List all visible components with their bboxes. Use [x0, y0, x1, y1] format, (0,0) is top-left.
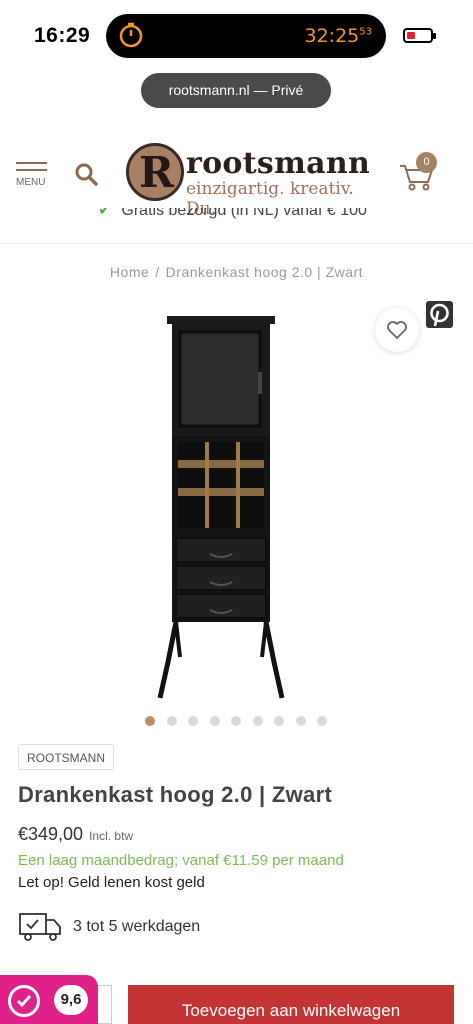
logo-wordmark: rootsmann [186, 146, 371, 181]
gallery-dot[interactable] [317, 716, 327, 726]
timer-icon [119, 22, 143, 48]
breadcrumb-current: Drankenkast hoog 2.0 | Zwart [165, 264, 364, 280]
price-value: €349,00 [18, 824, 84, 844]
breadcrumb: Home / Drankenkast hoog 2.0 | Zwart [0, 264, 473, 280]
search-icon[interactable] [74, 162, 98, 186]
gallery-dot[interactable] [274, 716, 284, 726]
gallery-dot[interactable] [166, 716, 177, 726]
gallery-dot[interactable] [209, 716, 220, 726]
gallery-dot[interactable] [231, 716, 241, 726]
check-icon: ✔ [98, 208, 112, 219]
gallery-dot[interactable] [252, 716, 263, 726]
breadcrumb-home[interactable]: Home [110, 264, 149, 280]
url-bar[interactable]: rootsmann.nl — Privé [141, 73, 331, 108]
product-image[interactable] [150, 312, 290, 704]
site-logo[interactable]: R rootsmann einzigartig. kreativ. Du. [126, 143, 376, 219]
loan-warning: Let op! Geld lenen kost geld [18, 874, 205, 891]
status-time: 16:29 [34, 24, 91, 47]
brand-badge[interactable]: ROOTSMANN [18, 744, 114, 770]
battery-icon [403, 28, 436, 43]
gallery-dot[interactable] [145, 716, 155, 726]
promo-text: Gratis bezorgd (in NL) vanaf € 100 [121, 208, 367, 219]
price: €349,00 Incl. btw [18, 824, 133, 845]
quantity-input[interactable] [98, 985, 112, 1024]
gallery-dot[interactable] [295, 716, 306, 726]
kiyoh-logo-icon [8, 985, 40, 1017]
delivery-truck-icon [19, 913, 61, 941]
menu-label[interactable]: MENU [16, 177, 45, 188]
monthly-payment-link[interactable]: Een laag maandbedrag; vanaf €11.59 per m… [18, 852, 344, 869]
logo-emblem: R [126, 143, 184, 201]
promo-banner: ✔ Gratis bezorgd (in NL) vanaf € 100 [0, 208, 473, 244]
rating-widget[interactable]: 9,6 [0, 975, 98, 1024]
wishlist-button[interactable] [375, 308, 419, 352]
add-to-cart-button[interactable]: Toevoegen aan winkelwagen [128, 985, 454, 1024]
heart-icon [387, 321, 407, 339]
status-bar: 16:29 32:2553 [0, 0, 473, 70]
delivery-time: 3 tot 5 werkdagen [73, 918, 201, 935]
breadcrumb-separator: / [155, 264, 160, 280]
dynamic-island: 32:2553 [106, 14, 386, 58]
timer-readout: 32:2553 [304, 25, 373, 47]
pinterest-icon[interactable] [426, 301, 453, 328]
gallery-dot[interactable] [188, 716, 198, 726]
gallery-pagination[interactable] [145, 716, 335, 728]
price-note: Incl. btw [89, 829, 134, 843]
product-title: Drankenkast hoog 2.0 | Zwart [18, 782, 333, 807]
rating-score: 9,6 [54, 985, 88, 1015]
cart-count-badge: 0 [416, 152, 437, 173]
